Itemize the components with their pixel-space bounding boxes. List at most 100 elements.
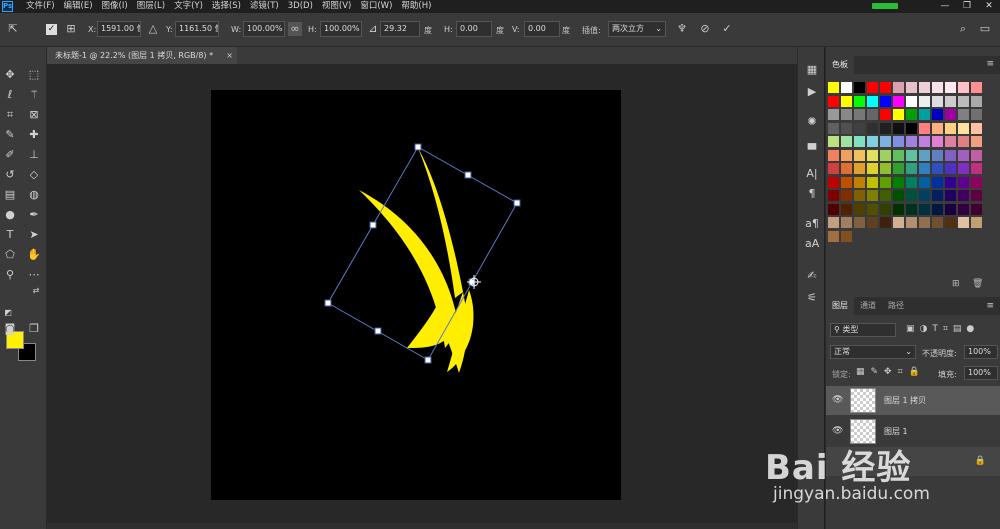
swatch[interactable] [841, 163, 852, 174]
swatch[interactable] [906, 122, 917, 134]
transform-handle[interactable] [414, 143, 422, 151]
paragraph-panel-icon[interactable]: ¶ [805, 187, 819, 201]
delete-swatch-icon[interactable]: 🗑 [972, 279, 983, 289]
swatch[interactable] [971, 203, 982, 215]
history-brush-icon[interactable]: ↺ [2, 167, 18, 183]
transform-handle[interactable] [324, 299, 332, 307]
quick-mask-icon[interactable]: ◙ [2, 321, 18, 337]
swatch[interactable] [841, 176, 852, 188]
transform-handle[interactable] [513, 199, 521, 207]
swatch[interactable] [867, 176, 878, 188]
type-tool-icon[interactable]: T [2, 227, 18, 243]
swatch[interactable] [828, 190, 839, 201]
swatch[interactable] [867, 217, 878, 228]
swatch[interactable] [854, 136, 865, 147]
swatch[interactable] [945, 190, 956, 201]
swatch[interactable] [841, 149, 852, 161]
swatch[interactable] [958, 136, 969, 147]
swatch[interactable] [945, 122, 956, 134]
swatch[interactable] [880, 82, 891, 93]
swatch[interactable] [906, 95, 917, 107]
swatch[interactable] [919, 136, 930, 147]
swatch[interactable] [893, 82, 904, 93]
swatch[interactable] [854, 217, 865, 228]
swatch[interactable] [971, 149, 982, 161]
tab-paths[interactable]: 路径 [882, 297, 910, 315]
brush-tool-icon[interactable]: ✐ [2, 147, 18, 163]
transform-handle[interactable] [464, 171, 472, 179]
gradient-tool-icon[interactable]: ▤ [2, 187, 18, 203]
close-tab-icon[interactable]: × [226, 47, 233, 64]
swatch[interactable] [841, 122, 852, 134]
swatch[interactable] [945, 149, 956, 161]
tab-swatches[interactable]: 色板 [826, 56, 854, 74]
swatch[interactable] [880, 217, 891, 228]
swatch[interactable] [880, 95, 891, 107]
swatch[interactable] [893, 109, 904, 120]
swatch[interactable] [958, 203, 969, 215]
swatch[interactable] [854, 149, 865, 161]
swatch[interactable] [932, 95, 943, 107]
swatch[interactable] [841, 230, 852, 242]
transform-handle[interactable] [374, 327, 382, 335]
swatch[interactable] [971, 190, 982, 201]
shape-tool-icon[interactable]: ⬠ [2, 247, 18, 263]
brush-settings-icon[interactable]: ✍ [805, 269, 819, 283]
document-canvas[interactable] [211, 90, 621, 500]
swatch[interactable] [841, 95, 852, 107]
swatch[interactable] [867, 95, 878, 107]
swatch[interactable] [958, 82, 969, 93]
layer-filter-icons[interactable]: ▣◑T⌗▤● [906, 324, 979, 334]
interpolation-select[interactable]: 两次立方 ⌄ [608, 21, 666, 37]
lock-icons[interactable]: ▦✎✥⌗🔒 [856, 367, 926, 377]
swatch[interactable] [958, 190, 969, 201]
swatch[interactable] [828, 149, 839, 161]
menu-select[interactable]: 选择(S) [212, 0, 241, 13]
swatch[interactable] [880, 136, 891, 147]
swatch[interactable] [932, 136, 943, 147]
swatch[interactable] [893, 136, 904, 147]
path-selection-icon[interactable]: ➤ [26, 227, 42, 243]
menu-layer[interactable]: 图层(L) [137, 0, 165, 13]
swatch[interactable] [958, 176, 969, 188]
adjustments-panel-icon[interactable]: ✺ [805, 115, 819, 129]
swatch[interactable] [828, 136, 839, 147]
menu-edit[interactable]: 编辑(E) [64, 0, 93, 13]
reference-point-icon[interactable]: ⊞ [64, 22, 78, 36]
swatch[interactable] [971, 217, 982, 228]
new-swatch-icon[interactable]: ⊞ [952, 279, 960, 289]
swatch[interactable] [880, 122, 891, 134]
swatch[interactable] [906, 217, 917, 228]
reference-point-checkbox[interactable]: ✓ [46, 24, 57, 35]
swatch[interactable] [971, 176, 982, 188]
layer-kind-filter[interactable]: ⚲ 类型 [830, 323, 896, 337]
screen-mode-icon[interactable]: ❐ [26, 321, 42, 337]
paragraph-styles-icon[interactable]: aA [805, 237, 819, 251]
swatch[interactable] [828, 163, 839, 174]
swatch[interactable] [854, 176, 865, 188]
swatch[interactable] [945, 82, 956, 93]
swatch[interactable] [867, 82, 878, 93]
actions-panel-icon[interactable]: ▶ [805, 85, 819, 99]
close-window-button[interactable]: ✕ [978, 0, 1000, 13]
swatch[interactable] [841, 109, 852, 120]
commit-transform-icon[interactable]: ✓ [720, 22, 734, 36]
swatch[interactable] [880, 163, 891, 174]
clone-stamp-icon[interactable]: ⊥ [26, 147, 42, 163]
menu-image[interactable]: 图像(I) [102, 0, 128, 13]
swatch[interactable] [971, 163, 982, 174]
swatch[interactable] [906, 163, 917, 174]
marquee-tool-icon[interactable]: ⬚ [26, 67, 42, 83]
swatch[interactable] [906, 203, 917, 215]
tab-layers[interactable]: 图层 [826, 297, 854, 315]
swatch[interactable] [828, 230, 839, 242]
swatch[interactable] [945, 217, 956, 228]
restore-button[interactable]: ❐ [956, 0, 978, 13]
swatch[interactable] [906, 176, 917, 188]
swatch[interactable] [932, 163, 943, 174]
swatch[interactable] [867, 109, 878, 120]
swatch[interactable] [893, 95, 904, 107]
swatch[interactable] [867, 149, 878, 161]
healing-brush-icon[interactable]: ✚ [26, 127, 42, 143]
crop-tool-icon[interactable]: ⌗ [2, 107, 18, 123]
